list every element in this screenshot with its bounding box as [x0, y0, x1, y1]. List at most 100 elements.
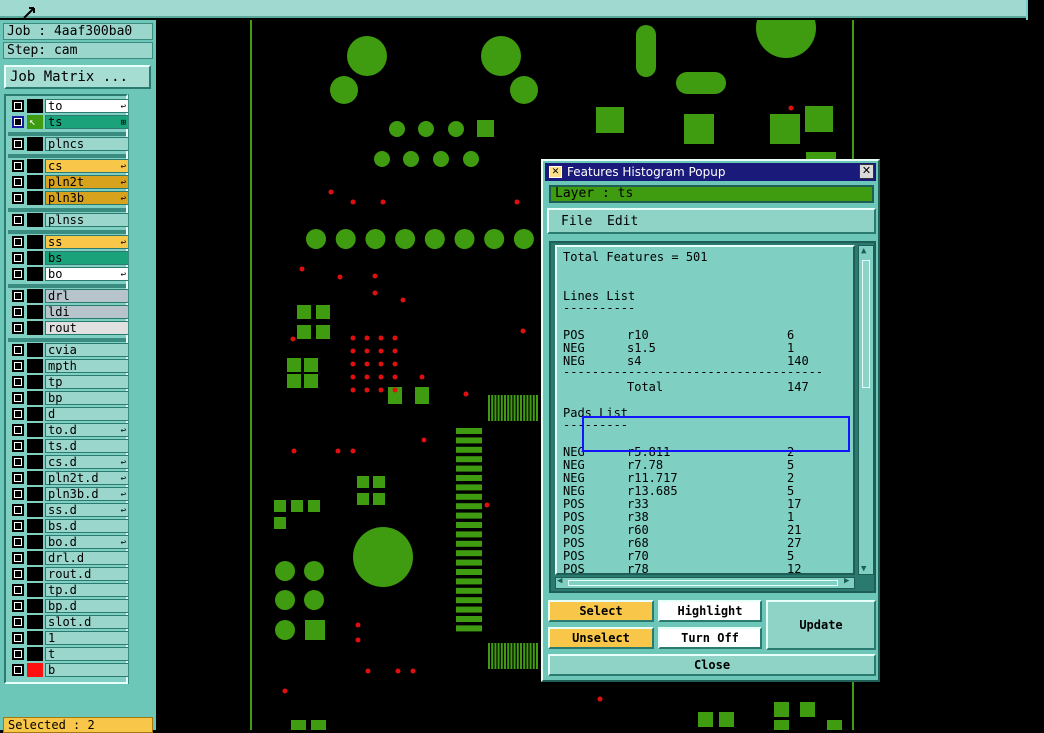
layer-checkbox[interactable] [12, 176, 24, 188]
layer-row[interactable]: ↖ ts ⊞ [10, 115, 129, 129]
layer-row[interactable]: to ↩ [10, 99, 129, 113]
layer-checkbox[interactable] [12, 290, 24, 302]
layer-checkbox[interactable] [12, 252, 24, 264]
layer-swatch[interactable] [27, 439, 43, 453]
popup-title-bar[interactable]: ✕ Features Histogram Popup ✕ [545, 163, 876, 181]
layer-row[interactable]: rout [10, 321, 129, 335]
layer-row[interactable]: to.d ↩ [10, 423, 129, 437]
layer-swatch[interactable] [27, 455, 43, 469]
unselect-button[interactable]: Unselect [548, 627, 654, 649]
layer-row[interactable]: ss ↩ [10, 235, 129, 249]
layer-swatch[interactable] [27, 423, 43, 437]
layer-row[interactable]: mpth [10, 359, 129, 373]
layer-name[interactable]: t [45, 647, 129, 661]
window-menu-icon[interactable]: ✕ [549, 166, 562, 178]
layer-checkbox[interactable] [12, 664, 24, 676]
layer-row[interactable]: bs.d [10, 519, 129, 533]
layer-swatch[interactable] [27, 343, 43, 357]
layer-name[interactable]: tp [45, 375, 129, 389]
horizontal-scrollbar[interactable]: ◀ ▶ [555, 576, 855, 589]
menu-file[interactable]: File [561, 212, 592, 232]
layer-row[interactable]: d [10, 407, 129, 421]
layer-name[interactable]: plncs [45, 137, 129, 151]
layer-swatch[interactable] [27, 503, 43, 517]
layer-swatch[interactable] [27, 159, 43, 173]
layer-checkbox[interactable] [12, 504, 24, 516]
layer-swatch[interactable] [27, 647, 43, 661]
layer-name[interactable]: to ↩ [45, 99, 129, 113]
close-icon[interactable]: ✕ [859, 164, 874, 179]
layer-row[interactable]: ts.d [10, 439, 129, 453]
layer-checkbox[interactable] [12, 138, 24, 150]
layer-swatch[interactable] [27, 191, 43, 205]
layer-row[interactable]: plncs [10, 137, 129, 151]
turn-off-button[interactable]: Turn Off [658, 627, 762, 649]
menu-edit[interactable]: Edit [607, 212, 638, 232]
scroll-left-icon[interactable]: ◀ [557, 576, 562, 586]
layer-name[interactable]: plnss [45, 213, 129, 227]
layer-name[interactable]: b [45, 663, 129, 677]
layer-checkbox[interactable] [12, 488, 24, 500]
layer-name[interactable]: bp [45, 391, 129, 405]
layer-checkbox[interactable] [12, 214, 24, 226]
layer-row[interactable]: 1 [10, 631, 129, 645]
close-button[interactable]: Close [548, 654, 876, 676]
vertical-scrollbar[interactable]: ▲ ▼ [858, 245, 874, 575]
vertical-scroll-thumb[interactable] [862, 260, 870, 388]
highlight-button[interactable]: Highlight [658, 600, 762, 622]
layer-checkbox[interactable] [12, 322, 24, 334]
layer-swatch[interactable] [27, 567, 43, 581]
layer-checkbox[interactable] [12, 160, 24, 172]
layer-checkbox[interactable] [12, 424, 24, 436]
layer-name[interactable]: 1 [45, 631, 129, 645]
scroll-up-icon[interactable]: ▲ [861, 246, 866, 256]
layer-swatch[interactable] [27, 551, 43, 565]
layer-swatch[interactable] [27, 99, 43, 113]
layer-name[interactable]: bs [45, 251, 129, 265]
layer-checkbox[interactable] [12, 100, 24, 112]
layer-row[interactable]: t [10, 647, 129, 661]
layer-name[interactable]: pln2t.d ↩ [45, 471, 129, 485]
layer-checkbox[interactable] [12, 632, 24, 644]
layer-name[interactable]: bs.d [45, 519, 129, 533]
layer-swatch[interactable] [27, 631, 43, 645]
layer-name[interactable]: tp.d [45, 583, 129, 597]
layer-swatch[interactable] [27, 599, 43, 613]
layer-swatch[interactable] [27, 663, 43, 677]
layer-swatch[interactable]: ↖ [27, 115, 43, 129]
layer-name[interactable]: ts.d [45, 439, 129, 453]
layer-swatch[interactable] [27, 321, 43, 335]
layer-name[interactable]: ss.d ↩ [45, 503, 129, 517]
layer-name[interactable]: drl.d [45, 551, 129, 565]
layer-swatch[interactable] [27, 359, 43, 373]
histogram-text[interactable]: Total Features = 501 Lines List ----------… [555, 245, 855, 575]
layer-row[interactable]: pln2t ↩ [10, 175, 129, 189]
layer-name[interactable]: pln2t ↩ [45, 175, 129, 189]
layer-name[interactable]: rout.d [45, 567, 129, 581]
update-button[interactable]: Update [766, 600, 876, 650]
layer-checkbox[interactable] [12, 306, 24, 318]
layer-row[interactable]: b [10, 663, 129, 677]
layer-row[interactable]: cs.d ↩ [10, 455, 129, 469]
layer-checkbox[interactable] [12, 192, 24, 204]
layer-checkbox[interactable] [12, 472, 24, 484]
layer-checkbox[interactable] [12, 116, 24, 128]
layer-name[interactable]: rout [45, 321, 129, 335]
layer-checkbox[interactable] [12, 268, 24, 280]
layer-checkbox[interactable] [12, 600, 24, 612]
layer-row[interactable]: rout.d [10, 567, 129, 581]
layer-swatch[interactable] [27, 471, 43, 485]
scroll-down-icon[interactable]: ▼ [861, 564, 866, 574]
layer-name[interactable]: cs.d ↩ [45, 455, 129, 469]
layer-checkbox[interactable] [12, 584, 24, 596]
layer-checkbox[interactable] [12, 376, 24, 388]
select-button[interactable]: Select [548, 600, 654, 622]
layer-row[interactable]: drl [10, 289, 129, 303]
layer-swatch[interactable] [27, 137, 43, 151]
layer-checkbox[interactable] [12, 440, 24, 452]
layer-swatch[interactable] [27, 583, 43, 597]
layer-row[interactable]: ldi [10, 305, 129, 319]
layer-row[interactable]: plnss [10, 213, 129, 227]
layer-row[interactable]: cvia [10, 343, 129, 357]
layer-name[interactable]: pln3b ↩ [45, 191, 129, 205]
